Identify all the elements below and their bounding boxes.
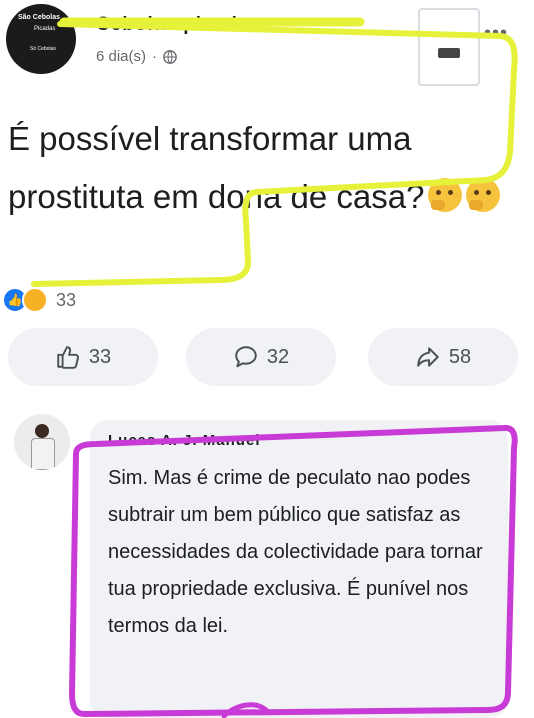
thinking-face-emoji [428, 178, 463, 212]
avatar-text-2: Picadas [34, 26, 56, 32]
share-button[interactable]: 58 [368, 328, 518, 386]
post-text-block: É possível transformar uma prostituta em… [8, 110, 518, 226]
commenter-name[interactable]: Lucas A. J. Manuel [108, 432, 260, 449]
more-dots-icon[interactable]: ••• [484, 22, 508, 45]
avatar-text-1: São Cebolas [18, 14, 61, 21]
like-count: 33 [88, 345, 112, 368]
page-avatar[interactable]: São Cebolas Picadas Só Cebolas [6, 4, 76, 74]
action-bar: 33 32 58 [0, 328, 534, 388]
page-name[interactable]: Cebolas picadas [96, 14, 261, 36]
care-reaction-icon [22, 287, 48, 313]
thumbs-up-icon [57, 346, 79, 369]
meta-separator: · [152, 48, 158, 65]
follow-icon [438, 48, 460, 58]
share-count: 58 [448, 345, 472, 368]
comment-item: Lucas A. J. Manuel Sim. Mas é crime de p… [0, 410, 534, 718]
avatar-text-3: Só Cebolas [30, 46, 56, 52]
commenter-avatar[interactable] [14, 414, 70, 470]
post-time[interactable]: 6 dia(s) [96, 48, 146, 65]
post-text: É possível transformar uma prostituta em… [8, 120, 425, 215]
like-button[interactable]: 33 [8, 328, 158, 386]
reaction-count: 33 [56, 289, 77, 310]
reaction-summary[interactable]: 👍 33 [4, 286, 76, 314]
comment-text: Sim. Mas é crime de peculato nao podes s… [108, 467, 483, 637]
globe-icon [163, 49, 177, 64]
share-arrow-icon [417, 347, 439, 367]
comment-bubble-icon [235, 346, 257, 368]
post-meta: 6 dia(s) · [96, 48, 177, 65]
thinking-face-emoji [466, 178, 501, 212]
follow-button[interactable] [418, 8, 480, 86]
avatar-body [31, 438, 55, 470]
comment-button[interactable]: 32 [186, 328, 336, 386]
comment-count: 32 [266, 345, 290, 368]
avatar-head [35, 424, 49, 438]
post-header: São Cebolas Picadas Só Cebolas Cebolas p… [0, 0, 534, 95]
